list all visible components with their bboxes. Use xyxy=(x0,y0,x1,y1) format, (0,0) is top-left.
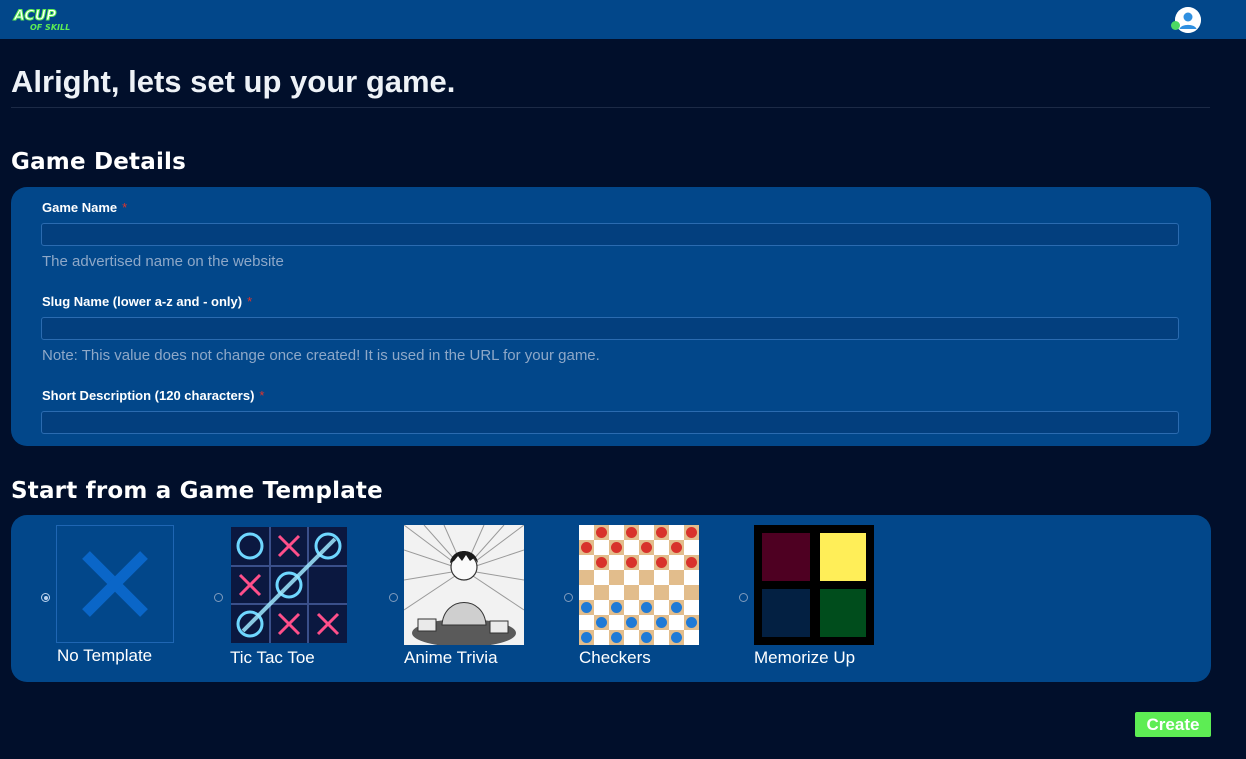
tic-tac-toe-thumbnail[interactable] xyxy=(231,527,347,643)
game-name-input[interactable] xyxy=(41,223,1179,246)
required-mark: * xyxy=(122,200,128,215)
slug-name-label: Slug Name (lower a-z and - only) * xyxy=(42,294,253,309)
template-radio-no-template[interactable] xyxy=(41,593,50,602)
memorize-up-thumbnail[interactable] xyxy=(754,525,874,645)
game-details-heading: Game Details xyxy=(11,149,187,175)
game-name-label: Game Name * xyxy=(42,200,128,215)
template-label-anime-trivia[interactable]: Anime Trivia xyxy=(404,648,498,668)
template-radio-anime-trivia[interactable] xyxy=(389,593,398,602)
required-mark: * xyxy=(247,294,253,309)
template-radio-tic-tac-toe[interactable] xyxy=(214,593,223,602)
template-label-no-template[interactable]: No Template xyxy=(57,646,152,666)
slug-name-input[interactable] xyxy=(41,317,1179,340)
templates-heading: Start from a Game Template xyxy=(11,478,383,504)
short-description-input[interactable] xyxy=(41,411,1179,434)
game-details-panel: Game Name * The advertised name on the we… xyxy=(11,187,1211,446)
template-radio-memorize-up[interactable] xyxy=(739,593,748,602)
template-radio-checkers[interactable] xyxy=(564,593,573,602)
top-navbar: ACUP OF SKILL xyxy=(0,0,1246,39)
logo-text-top: ACUP xyxy=(13,8,57,24)
page-title: Alright, lets set up your game. xyxy=(11,64,456,99)
template-label-tic-tac-toe[interactable]: Tic Tac Toe xyxy=(230,648,315,668)
template-label-checkers[interactable]: Checkers xyxy=(579,648,651,668)
game-name-help: The advertised name on the website xyxy=(42,253,284,270)
online-status-dot xyxy=(1171,21,1180,30)
short-description-label: Short Description (120 characters) * xyxy=(42,388,265,403)
slug-name-help: Note: This value does not change once cr… xyxy=(42,347,600,364)
logo[interactable]: ACUP OF SKILL xyxy=(12,5,72,33)
x-icon[interactable] xyxy=(56,525,174,643)
template-label-memorize-up[interactable]: Memorize Up xyxy=(754,648,855,668)
title-divider xyxy=(11,107,1210,108)
checkers-thumbnail[interactable] xyxy=(579,525,699,645)
user-avatar-icon[interactable] xyxy=(1175,7,1201,33)
required-mark: * xyxy=(259,388,265,403)
create-button[interactable]: Create xyxy=(1135,712,1211,737)
logo-text-bottom: OF SKILL xyxy=(30,23,70,32)
templates-panel: No Template Tic Tac Toe Anime Trivia Che… xyxy=(11,515,1211,682)
anime-trivia-thumbnail[interactable] xyxy=(404,525,524,645)
